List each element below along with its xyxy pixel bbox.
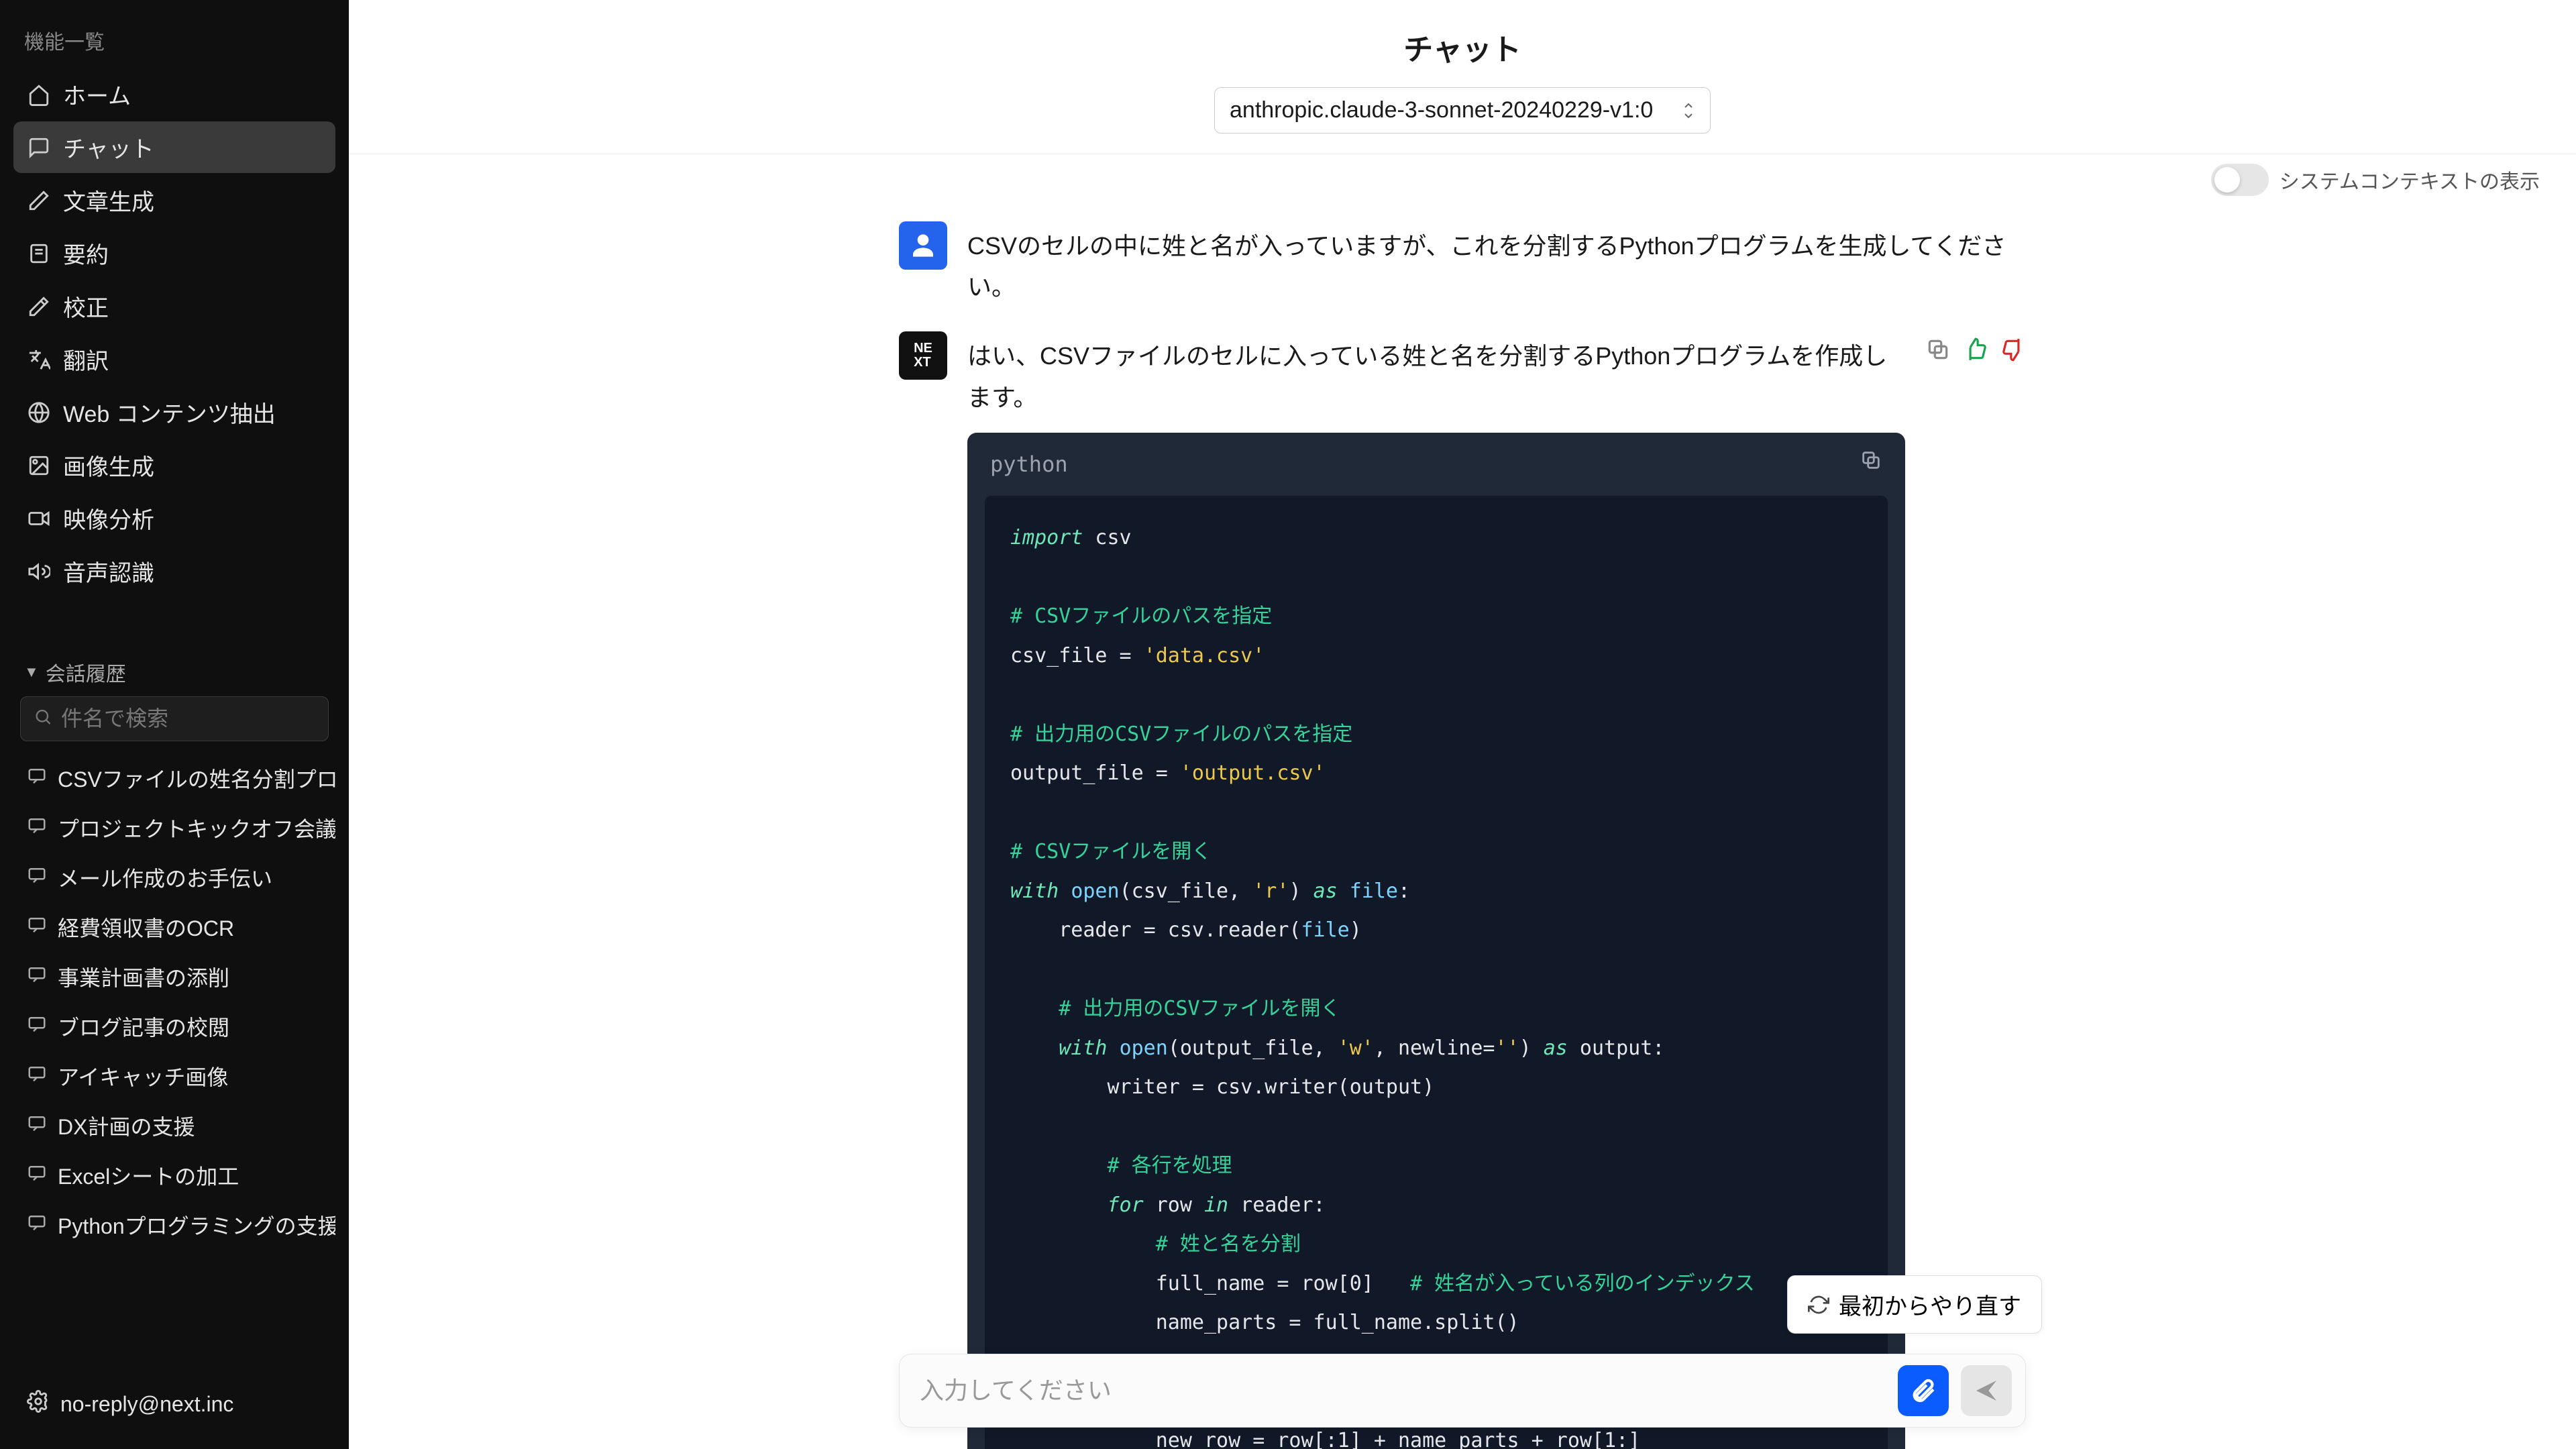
nav-image-gen[interactable]: 画像生成 <box>13 439 335 491</box>
thumbs-down-icon[interactable] <box>2000 337 2026 368</box>
main: チャット anthropic.claude-3-sonnet-20240229-… <box>349 0 2576 1449</box>
home-icon <box>27 83 51 107</box>
code-lang: python <box>990 446 1068 482</box>
nav-video[interactable]: 映像分析 <box>13 492 335 544</box>
ai-avatar: NE XT <box>899 331 947 380</box>
code-block: python import csv # CSVファイルのパスを指定 csv_fi… <box>967 433 1905 1449</box>
nav-chat[interactable]: チャット <box>13 121 335 173</box>
system-context-toggle-row: システムコンテキストの表示 <box>349 154 2576 196</box>
system-context-toggle[interactable] <box>2211 164 2269 196</box>
copy-code-icon[interactable] <box>1860 446 1882 482</box>
nav-proofread[interactable]: 校正 <box>13 280 335 332</box>
globe-icon <box>27 400 51 425</box>
history-item[interactable]: プロジェクトキックオフ会議 <box>13 803 335 853</box>
ai-intro-text: はい、CSVファイルのセルに入っている姓と名を分割するPythonプログラムを作… <box>967 335 1905 417</box>
search-icon <box>34 706 52 732</box>
nav-label: 文章生成 <box>63 184 154 217</box>
refresh-icon <box>1808 1294 1829 1316</box>
chat-bubble-icon <box>27 1113 47 1138</box>
copy-message-icon[interactable] <box>1925 337 1951 368</box>
chat-body: CSVのセルの中に姓と名が入っていますが、これを分割するPythonプログラムを… <box>349 196 2576 1449</box>
nav-speech[interactable]: 音声認識 <box>13 545 335 597</box>
image-icon <box>27 453 51 478</box>
model-name: anthropic.claude-3-sonnet-20240229-v1:0 <box>1230 97 1653 123</box>
message-actions <box>1925 331 2026 368</box>
chat-bubble-icon <box>27 1163 47 1188</box>
nav-translate[interactable]: 翻訳 <box>13 333 335 385</box>
input-bar <box>349 1354 2576 1428</box>
video-icon <box>27 506 51 531</box>
restart-button[interactable]: 最初からやり直す <box>1787 1275 2042 1334</box>
history-list: CSVファイルの姓名分割プロ プロジェクトキックオフ会議 メール作成のお手伝い … <box>13 753 335 1250</box>
toggle-knob <box>2214 167 2240 193</box>
chat-input[interactable] <box>913 1367 1886 1414</box>
history-section: ▼会話履歴 CSVファイルの姓名分割プロ プロジェクトキックオフ会議 メール作成… <box>13 652 335 1250</box>
chat-bubble-icon <box>27 1063 47 1089</box>
nav-home[interactable]: ホーム <box>13 68 335 120</box>
nav-label: 校正 <box>63 290 109 323</box>
nav-label: 翻訳 <box>63 343 109 376</box>
triangle-down-icon: ▼ <box>24 663 39 681</box>
history-item[interactable]: Pythonプログラミングの支援 <box>13 1200 335 1250</box>
ai-message-content: はい、CSVファイルのセルに入っている姓と名を分割するPythonプログラムを作… <box>967 331 1905 1449</box>
history-header[interactable]: ▼会話履歴 <box>13 652 335 696</box>
history-search-input[interactable] <box>20 696 329 741</box>
user-email: no-reply@next.inc <box>60 1392 233 1417</box>
user-avatar <box>899 221 947 270</box>
history-item[interactable]: 事業計画書の添削 <box>13 952 335 1002</box>
nav-label: 映像分析 <box>63 502 154 535</box>
sidebar-footer[interactable]: no-reply@next.inc <box>13 1379 335 1429</box>
history-item[interactable]: DX計画の支援 <box>13 1101 335 1150</box>
model-select[interactable]: anthropic.claude-3-sonnet-20240229-v1:0 <box>1214 87 1711 133</box>
chat-bubble-icon <box>27 964 47 989</box>
nav-web-extract[interactable]: Web コンテンツ抽出 <box>13 386 335 438</box>
toggle-label: システムコンテキストの表示 <box>2279 165 2540 195</box>
history-item[interactable]: メール作成のお手伝い <box>13 853 335 902</box>
translate-icon <box>27 347 51 372</box>
nav-label: 画像生成 <box>63 449 154 482</box>
user-message-row: CSVのセルの中に姓と名が入っていますが、これを分割するPythonプログラムを… <box>899 209 2026 319</box>
history-search <box>20 696 329 741</box>
pencil-icon <box>27 189 51 213</box>
nav-label: ホーム <box>63 78 131 111</box>
history-item[interactable]: Excelシートの加工 <box>13 1150 335 1200</box>
nav-list: ホーム チャット 文章生成 要約 校正 翻訳 Web コンテンツ抽出 画像生成 … <box>13 67 335 598</box>
sidebar-header: 機能一覧 <box>13 20 335 67</box>
code-header: python <box>967 433 1905 496</box>
history-item[interactable]: 経費領収書のOCR <box>13 902 335 952</box>
nav-text-gen[interactable]: 文章生成 <box>13 174 335 226</box>
code-body: import csv # CSVファイルのパスを指定 csv_file = 'd… <box>985 496 1888 1449</box>
user-message-text: CSVのセルの中に姓と名が入っていますが、これを分割するPythonプログラムを… <box>967 221 2026 307</box>
chat-bubble-icon <box>27 1014 47 1039</box>
send-icon <box>1973 1377 2000 1404</box>
history-item[interactable]: アイキャッチ画像 <box>13 1051 335 1101</box>
nav-label: 音声認識 <box>63 555 154 588</box>
chat-bubble-icon <box>27 1212 47 1238</box>
page-header: チャット anthropic.claude-3-sonnet-20240229-… <box>349 0 2576 154</box>
chat-bubble-icon <box>27 865 47 890</box>
send-button[interactable] <box>1961 1365 2012 1416</box>
nav-label: Web コンテンツ抽出 <box>63 396 276 429</box>
chat-bubble-icon <box>27 815 47 841</box>
thumbs-up-icon[interactable] <box>1963 337 1988 368</box>
check-icon <box>27 294 51 319</box>
gear-icon <box>27 1390 50 1418</box>
history-item[interactable]: ブログ記事の校閲 <box>13 1002 335 1051</box>
chat-bubble-icon <box>27 914 47 940</box>
paperclip-icon <box>1910 1377 1937 1404</box>
speaker-icon <box>27 559 51 584</box>
chat-bubble-icon <box>27 765 47 791</box>
document-icon <box>27 241 51 266</box>
page-title: チャット <box>389 25 2536 68</box>
nav-summary[interactable]: 要約 <box>13 227 335 279</box>
chat-icon <box>27 136 51 160</box>
nav-label: チャット <box>63 131 154 164</box>
input-wrap <box>899 1354 2026 1428</box>
sidebar: 機能一覧 ホーム チャット 文章生成 要約 校正 翻訳 Web コンテンツ抽出 … <box>0 0 349 1449</box>
history-item[interactable]: CSVファイルの姓名分割プロ <box>13 753 335 803</box>
attach-button[interactable] <box>1898 1365 1949 1416</box>
nav-label: 要約 <box>63 237 109 270</box>
chevron-updown-icon <box>1682 102 1695 119</box>
